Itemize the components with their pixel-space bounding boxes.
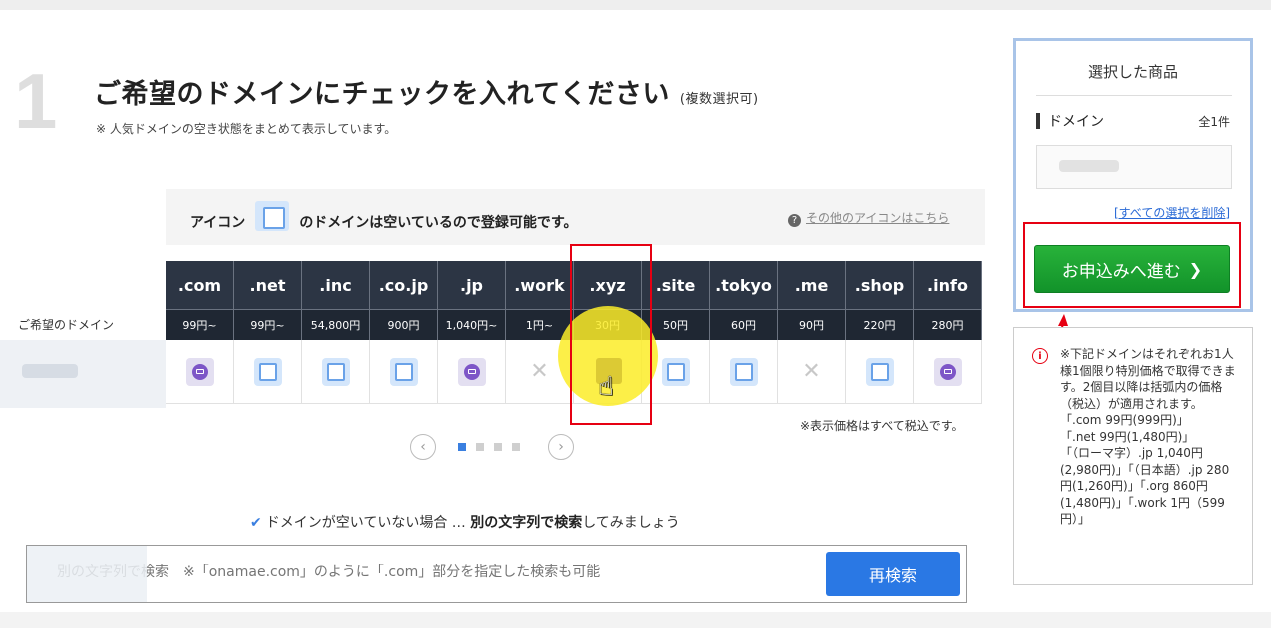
tld-header: .work — [506, 261, 574, 309]
legend-suffix: のドメインは空いているので登録可能です。 — [299, 215, 578, 231]
search-input[interactable] — [57, 564, 817, 580]
mail-icon — [933, 357, 962, 386]
legend-prefix: アイコン — [190, 215, 246, 231]
availability-cell — [166, 340, 234, 404]
panel-count: 全1件 — [1198, 115, 1230, 129]
question-icon: ? — [788, 214, 801, 227]
price-cell: 54,800円 — [302, 309, 370, 340]
price-cell: 99円~ — [166, 309, 234, 340]
panel-domain-label-text: ドメイン — [1048, 114, 1104, 130]
page-title-text: ご希望のドメインにチェックを入れてください — [94, 79, 670, 110]
other-icons-link-label: その他のアイコンはこちら — [806, 211, 950, 225]
row-label: ご希望のドメイン — [18, 318, 115, 332]
availability-cell[interactable] — [370, 340, 438, 404]
available-checkbox-icon — [729, 357, 758, 386]
available-checkbox-icon — [661, 357, 690, 386]
selected-domain-item — [1036, 145, 1232, 189]
apply-button[interactable]: お申込みへ進む ❯ — [1034, 245, 1230, 293]
availability-cell — [438, 340, 506, 404]
available-checkbox-icon — [865, 357, 894, 386]
tld-header: .jp — [438, 261, 506, 309]
page-title: ご希望のドメインにチェックを入れてください (複数選択可) — [94, 72, 759, 111]
tld-header: .info — [914, 261, 982, 309]
tld-header: .net — [234, 261, 302, 309]
availability-cell — [914, 340, 982, 404]
availability-cell: ✕ — [778, 340, 846, 404]
unavailable-x-icon: ✕ — [530, 359, 549, 384]
available-checkbox-icon — [389, 357, 418, 386]
chevron-right-icon: ❯ — [1188, 259, 1203, 279]
hint-suffix: してみましょう — [582, 515, 680, 531]
available-checkbox-icon — [321, 357, 350, 386]
blurred-search-overlay — [27, 546, 147, 602]
available-checkbox-icon — [253, 357, 282, 386]
price-cell: 1,040円~ — [438, 309, 506, 340]
bottom-band — [0, 612, 1271, 628]
page-dot[interactable] — [494, 443, 502, 451]
pager: ‹ › — [410, 434, 574, 460]
available-checkbox-icon — [255, 201, 290, 231]
tld-header: .com — [166, 261, 234, 309]
price-cell: 280円 — [914, 309, 982, 340]
panel-domain-label: ドメイン — [1036, 111, 1104, 131]
hint-prefix: ドメインが空いていない場合 … — [265, 515, 471, 531]
availability-cell[interactable] — [846, 340, 914, 404]
tld-header: .inc — [302, 261, 370, 309]
blurred-text — [22, 364, 78, 378]
tld-header: .site — [642, 261, 710, 309]
search-box: 再検索 — [26, 545, 967, 603]
title-note: (複数選択可) — [679, 92, 759, 107]
apply-button-label: お申込みへ進む — [1061, 261, 1181, 282]
mail-icon — [185, 357, 214, 386]
price-cell: 99円~ — [234, 309, 302, 340]
price-cell: 90円 — [778, 309, 846, 340]
price-cell: 900円 — [370, 309, 438, 340]
check-icon: ✔ — [250, 515, 262, 531]
top-band — [0, 0, 1271, 10]
research-button[interactable]: 再検索 — [826, 552, 960, 596]
next-page-button[interactable]: › — [548, 434, 574, 460]
legend-text: アイコン のドメインは空いているので登録可能です。 — [190, 201, 578, 237]
notice-text: ※下記ドメインはそれぞれお1人様1個限り特別価格で取得できます。2個目以降は括弧… — [1060, 346, 1236, 528]
tax-note: ※表示価格はすべて税込です。 — [800, 419, 964, 433]
unavailable-x-icon: ✕ — [802, 359, 821, 384]
prev-page-button[interactable]: ‹ — [410, 434, 436, 460]
page-dot[interactable] — [458, 443, 466, 451]
notice-line: 「.net 99円(1,480円)」 — [1060, 429, 1195, 444]
availability-cell[interactable] — [710, 340, 778, 404]
tld-header: .me — [778, 261, 846, 309]
info-icon: i — [1032, 348, 1048, 364]
page-subtitle: ※ 人気ドメインの空き状態をまとめて表示しています。 — [96, 122, 397, 136]
notice-line: 「.com 99円(999円)」 — [1060, 413, 1189, 427]
blurred-domain-name — [0, 340, 166, 408]
price-cell: 220円 — [846, 309, 914, 340]
step-number: 1 — [14, 57, 58, 145]
page-dots — [458, 443, 530, 451]
page-dot[interactable] — [512, 443, 520, 451]
search-hint: ✔ ドメインが空いていない場合 … 別の文字列で検索してみましょう — [250, 512, 680, 532]
tld-header: .tokyo — [710, 261, 778, 309]
hint-bold: 別の文字列で検索 — [470, 515, 583, 531]
tld-header: .shop — [846, 261, 914, 309]
page-dot[interactable] — [476, 443, 484, 451]
mail-icon — [457, 357, 486, 386]
availability-cell[interactable] — [234, 340, 302, 404]
notice-panel: i ※下記ドメインはそれぞれお1人様1個限り特別価格で取得できます。2個目以降は… — [1013, 327, 1253, 585]
tld-header: .co.jp — [370, 261, 438, 309]
panel-title: 選択した商品 — [1087, 63, 1178, 81]
price-cell: 60円 — [710, 309, 778, 340]
clear-selection-link[interactable]: [すべての選択を削除] — [1114, 204, 1230, 221]
availability-cell[interactable] — [302, 340, 370, 404]
xyz-annotation-box — [570, 244, 652, 425]
panel-divider — [1036, 95, 1232, 96]
label-bar — [1036, 113, 1040, 129]
legend-bar: アイコン のドメインは空いているので登録可能です。 ? その他のアイコンはこちら — [166, 189, 985, 245]
notice-line: ※下記ドメインはそれぞれお1人様1個限り特別価格で取得できます。2個目以降は括弧… — [1060, 347, 1236, 411]
notice-line: 「（ローマ字）.jp 1,040円(2,980円)」「（日本語）.jp 280円… — [1060, 446, 1230, 526]
other-icons-link[interactable]: ? その他のアイコンはこちら — [788, 209, 949, 227]
